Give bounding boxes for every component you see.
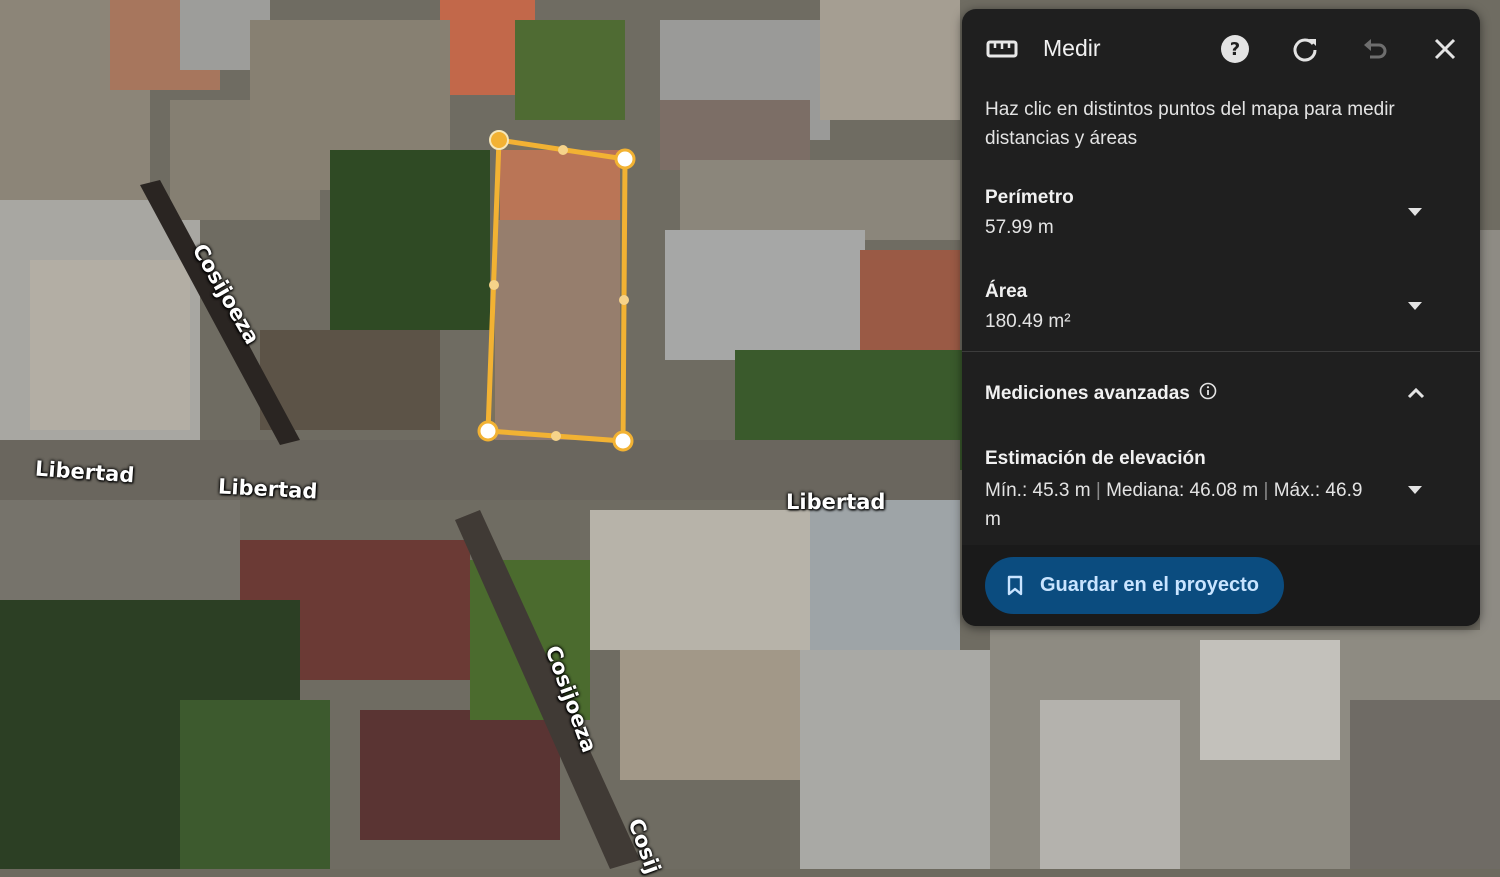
elevation-median: Mediana: 46.08 m [1106,480,1259,501]
panel-header: Medir ? [962,9,1480,89]
collapse-advanced-icon[interactable] [1406,386,1426,400]
help-button[interactable]: ? [1219,33,1251,65]
expand-elevation-icon[interactable] [1408,486,1422,494]
close-icon [1434,38,1456,60]
panel-title: Medir [1043,35,1101,61]
undo-icon [1364,39,1387,59]
help-icon: ? [1221,35,1249,63]
reset-button[interactable] [1289,33,1321,65]
perimeter-value: 57.99 m [985,217,1054,238]
measure-panel: Medir ? Haz clic en distintos puntos del… [962,9,1480,626]
instructions-text: Haz clic en distintos puntos del mapa pa… [985,99,1395,149]
bookmark-icon [1007,575,1023,596]
divider [962,351,1480,352]
road-label-libertad: Libertad [786,490,886,514]
perimeter-label: Perímetro [985,187,1074,208]
elevation-values: Mín.: 45.3 m | Mediana: 46.08 m | Máx.: … [985,480,1363,530]
expand-perimeter-icon[interactable] [1408,208,1422,216]
save-to-project-button[interactable]: Guardar en el proyecto [985,557,1284,614]
undo-button[interactable] [1359,33,1391,65]
reset-icon [1293,38,1317,62]
advanced-measurements-label: Mediciones avanzadas [985,383,1190,404]
ruler-icon [986,40,1018,58]
elevation-label: Estimación de elevación [985,448,1206,469]
elevation-min: Mín.: 45.3 m [985,480,1091,501]
save-to-project-label: Guardar en el proyecto [1040,574,1259,596]
close-button[interactable] [1429,33,1461,65]
measured-area-polygon[interactable] [477,130,636,452]
advanced-measurements-title[interactable]: Mediciones avanzadas [985,382,1217,405]
perimeter-row[interactable]: Perímetro 57.99 m [962,185,1480,245]
svg-text:?: ? [1230,39,1240,60]
road-label-libertad: Libertad [217,474,319,504]
area-row[interactable]: Área 180.49 m² [962,279,1480,339]
info-icon[interactable] [1199,382,1217,400]
area-label: Área [985,281,1028,302]
area-value: 180.49 m² [985,311,1071,332]
expand-area-icon[interactable] [1408,302,1422,310]
